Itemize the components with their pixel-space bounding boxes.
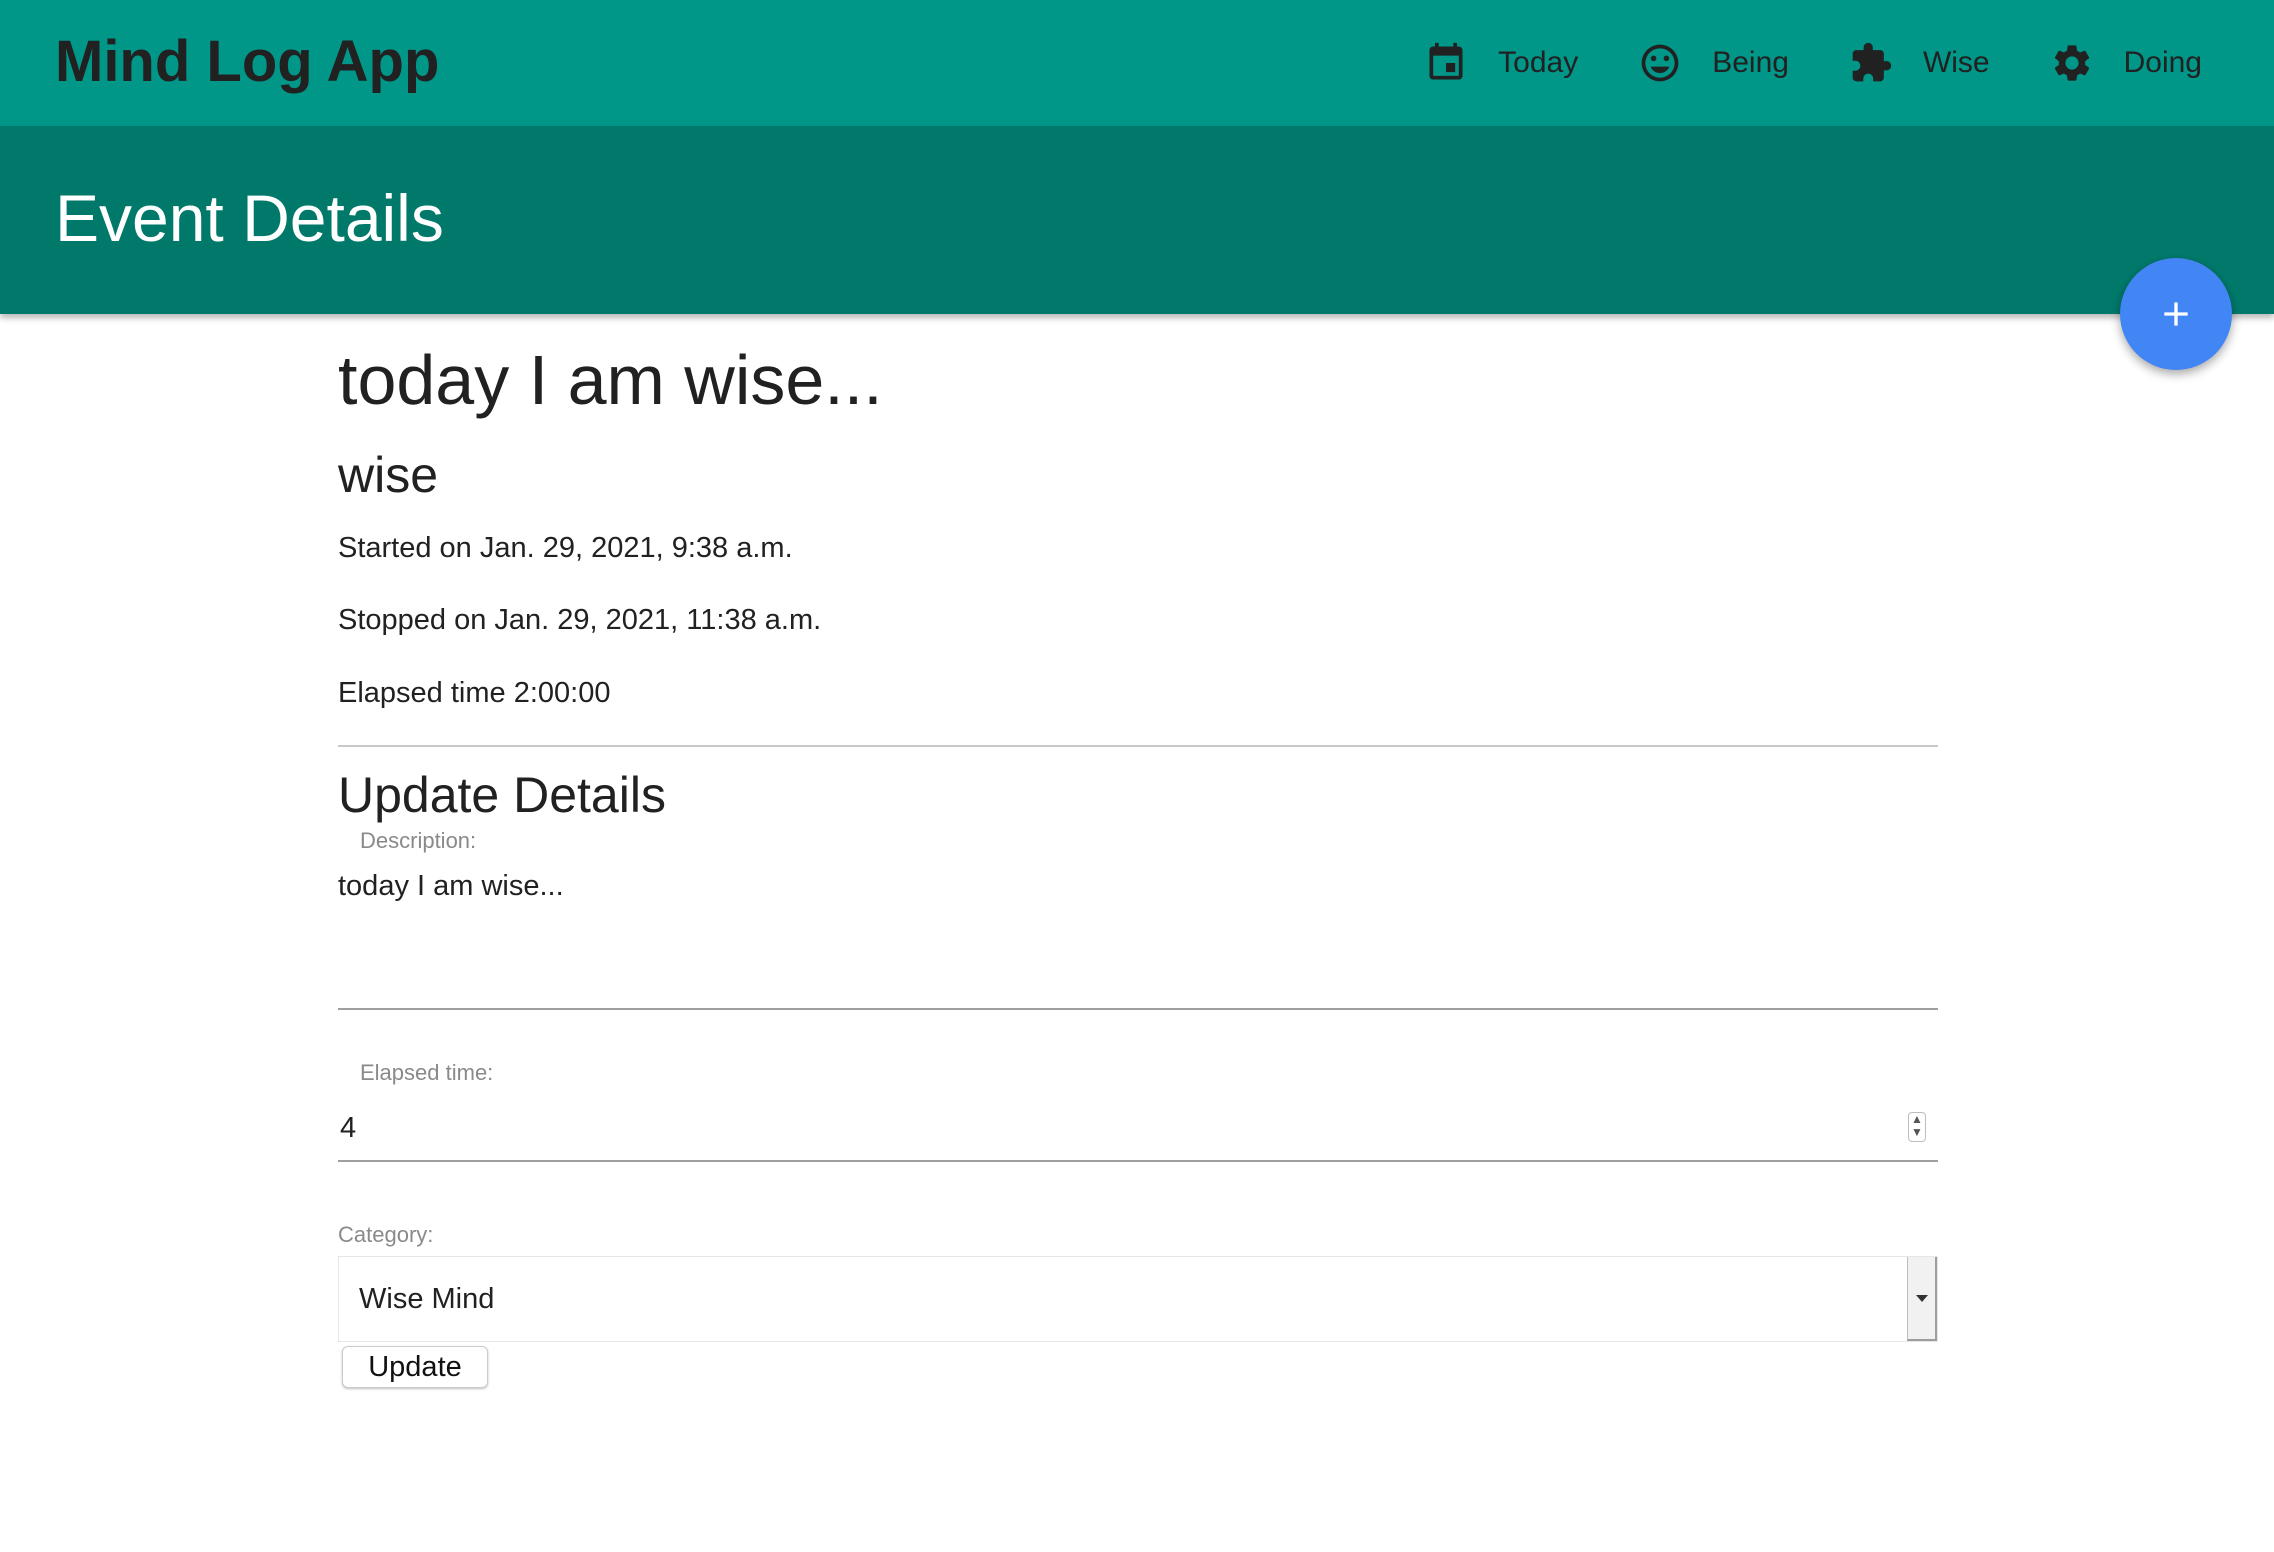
elapsed-time-input[interactable]: 4 ▲ ▼	[338, 1100, 1938, 1162]
section-divider	[338, 745, 1938, 747]
category-label: Category:	[338, 1222, 434, 1247]
category-selected-value: Wise Mind	[359, 1283, 495, 1315]
nav-label-being: Being	[1712, 46, 1789, 79]
nav-label-wise: Wise	[1922, 46, 1990, 79]
add-event-button[interactable]	[2120, 258, 2232, 370]
puzzle-icon	[1849, 41, 1893, 85]
nav-label-today: Today	[1498, 46, 1579, 79]
event-started: Started on Jan. 29, 2021, 9:38 a.m.	[338, 532, 793, 564]
page-title: Event Details	[55, 181, 444, 255]
event-category: wise	[338, 447, 439, 503]
page-header: Event Details	[0, 126, 2274, 314]
plus-icon	[2164, 302, 2188, 326]
elapsed-time-label: Elapsed time:	[360, 1060, 494, 1085]
event-title: today I am wise...	[338, 341, 883, 419]
update-button[interactable]: Update	[342, 1346, 488, 1388]
event-stopped: Stopped on Jan. 29, 2021, 11:38 a.m.	[338, 604, 822, 636]
nav-item-wise[interactable]: Wise	[1849, 41, 1990, 85]
smiley-icon	[1638, 41, 1682, 85]
event-elapsed: Elapsed time 2:00:00	[338, 677, 611, 709]
elapsed-time-value: 4	[340, 1112, 357, 1144]
calendar-icon	[1424, 41, 1468, 85]
top-nav-bar: Mind Log App Today Being Wise Doing	[0, 0, 2274, 126]
update-details-heading: Update Details	[338, 767, 666, 823]
nav-menu: Today Being Wise Doing	[1364, 0, 2202, 126]
description-label: Description:	[360, 828, 477, 853]
description-field[interactable]: today I am wise...	[338, 866, 1938, 1010]
app-title[interactable]: Mind Log App	[55, 22, 439, 102]
category-select[interactable]: Wise Mind	[338, 1256, 1938, 1342]
nav-label-doing: Doing	[2123, 46, 2202, 79]
number-stepper[interactable]: ▲ ▼	[1908, 1112, 1926, 1142]
gear-icon	[2050, 41, 2094, 85]
nav-item-being[interactable]: Being	[1638, 41, 1789, 85]
dropdown-arrow-icon[interactable]	[1907, 1257, 1937, 1341]
nav-item-doing[interactable]: Doing	[2050, 41, 2202, 85]
nav-item-today[interactable]: Today	[1424, 41, 1578, 85]
